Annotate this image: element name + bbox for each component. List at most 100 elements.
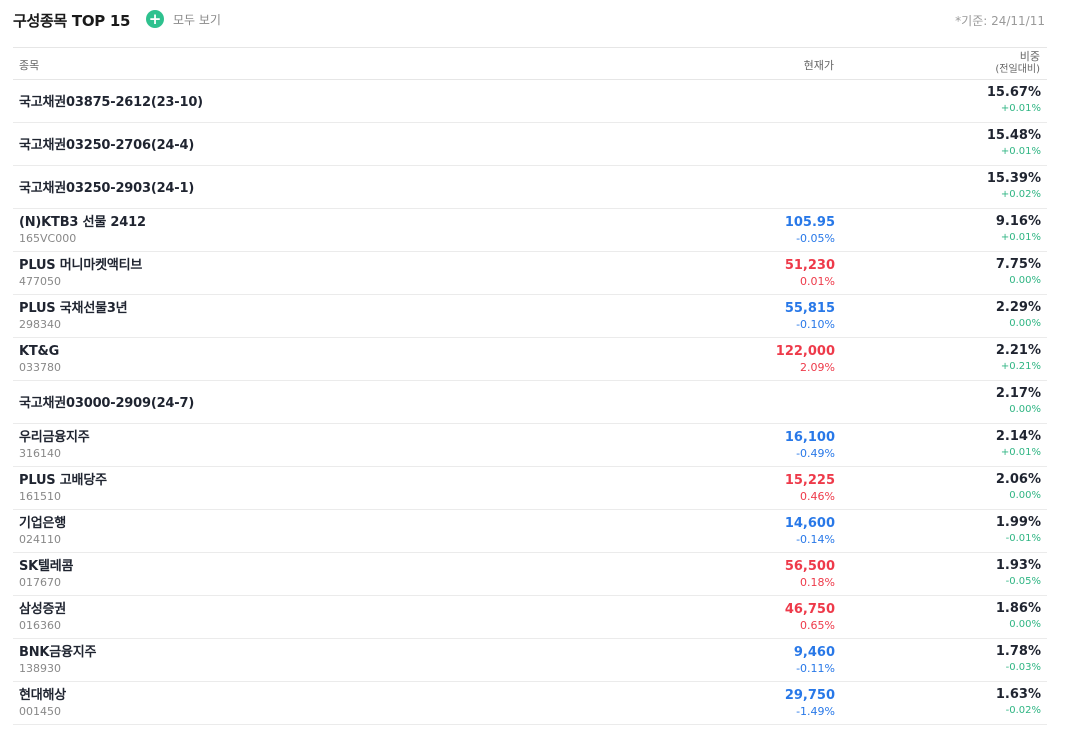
- weight-change: 0.00%: [1009, 490, 1041, 501]
- holding-name[interactable]: 국고채권03875-2612(23-10): [19, 94, 203, 111]
- plus-circle-icon[interactable]: +: [146, 10, 164, 28]
- weight: 1.99%: [995, 515, 1041, 530]
- weight-block: 2.06% 0.00%: [996, 471, 1041, 503]
- weight-block: 1.86% 0.00%: [996, 600, 1041, 632]
- holding-code: 161510: [19, 490, 61, 503]
- holdings-table: 종목 현재가 비중 (전일대비) 국고채권03875-2612(23-10) 15…: [13, 47, 1047, 725]
- weight: 7.75%: [995, 257, 1041, 272]
- price-change: 0.01%: [800, 275, 835, 288]
- holding-code: 477050: [19, 275, 61, 288]
- weight: 2.14%: [995, 429, 1041, 444]
- price-change: -0.49%: [796, 447, 835, 460]
- price-change: -0.14%: [796, 533, 835, 546]
- weight: 2.06%: [995, 472, 1041, 487]
- holding-name[interactable]: PLUS 머니마켓액티브: [19, 257, 142, 274]
- holding-name[interactable]: SK텔레콤: [19, 558, 74, 575]
- view-all-label[interactable]: 모두 보기: [173, 11, 221, 28]
- holding-name-block: 기업은행 024110: [19, 515, 66, 548]
- table-row[interactable]: PLUS 머니마켓액티브 477050 51,230 0.01% 7.75% 0.00%: [13, 252, 1047, 295]
- price-block: 55,815 -0.10%: [785, 300, 835, 333]
- table-row[interactable]: PLUS 국채선물3년 298340 55,815 -0.10% 2.29% 0.00%: [13, 295, 1047, 338]
- table-row[interactable]: 국고채권03250-2903(24-1) 15.39% +0.02%: [13, 166, 1047, 209]
- current-price: 29,750: [784, 688, 835, 703]
- weight: 2.17%: [995, 386, 1041, 401]
- column-header-weight-sub: (전일대비): [995, 64, 1040, 75]
- weight-change: +0.01%: [1000, 447, 1041, 458]
- table-row[interactable]: BNK금융지주 138930 9,460 -0.11% 1.78% -0.03%: [13, 639, 1047, 682]
- price-change: -0.05%: [796, 232, 835, 245]
- price-block: 29,750 -1.49%: [785, 687, 835, 720]
- weight-block: 1.78% -0.03%: [996, 643, 1041, 675]
- weight: 2.21%: [995, 343, 1041, 358]
- weight-change: 0.00%: [1009, 318, 1041, 329]
- weight-block: 15.48% +0.01%: [987, 127, 1041, 159]
- holding-name[interactable]: 기업은행: [19, 515, 66, 532]
- price-block: 46,750 0.65%: [785, 601, 835, 634]
- weight: 15.39%: [986, 171, 1041, 186]
- basis-date: *기준: 24/11/11: [955, 14, 1045, 28]
- current-price: 51,230: [784, 258, 835, 273]
- weight-block: 1.93% -0.05%: [996, 557, 1041, 589]
- weight-block: 2.29% 0.00%: [996, 299, 1041, 331]
- holding-name-block: BNK금융지주 138930: [19, 644, 97, 677]
- holding-code: 165VC000: [19, 232, 77, 245]
- weight-block: 15.67% +0.01%: [987, 84, 1041, 116]
- table-row[interactable]: 국고채권03875-2612(23-10) 15.67% +0.01%: [13, 80, 1047, 123]
- table-row[interactable]: 현대해상 001450 29,750 -1.49% 1.63% -0.02%: [13, 682, 1047, 725]
- holding-name[interactable]: 국고채권03000-2909(24-7): [19, 395, 194, 412]
- current-price: 16,100: [784, 430, 835, 445]
- holding-name[interactable]: BNK금융지주: [19, 644, 97, 661]
- holding-code: 001450: [19, 705, 61, 718]
- holding-name-block: PLUS 국채선물3년 298340: [19, 300, 128, 333]
- table-row[interactable]: 삼성증권 016360 46,750 0.65% 1.86% 0.00%: [13, 596, 1047, 639]
- holding-name[interactable]: 국고채권03250-2706(24-4): [19, 137, 194, 154]
- weight-block: 9.16% +0.01%: [996, 213, 1041, 245]
- holding-name[interactable]: KT&G: [19, 343, 61, 360]
- holding-name-block: 국고채권03000-2909(24-7): [19, 386, 194, 412]
- weight: 15.67%: [986, 85, 1041, 100]
- holding-name[interactable]: 국고채권03250-2903(24-1): [19, 180, 194, 197]
- table-row[interactable]: 국고채권03000-2909(24-7) 2.17% 0.00%: [13, 381, 1047, 424]
- weight: 9.16%: [995, 214, 1041, 229]
- holding-name[interactable]: 우리금융지주: [19, 429, 90, 446]
- table-row[interactable]: 국고채권03250-2706(24-4) 15.48% +0.01%: [13, 123, 1047, 166]
- price-block: 56,500 0.18%: [785, 558, 835, 591]
- view-all-button[interactable]: + 모두 보기: [146, 10, 221, 28]
- holding-name[interactable]: 삼성증권: [19, 601, 66, 618]
- holding-name-block: (N)KTB3 선물 2412 165VC000: [19, 214, 146, 247]
- current-price: 56,500: [784, 559, 835, 574]
- holding-name[interactable]: PLUS 국채선물3년: [19, 300, 128, 317]
- price-change: 0.18%: [800, 576, 835, 589]
- weight: 15.48%: [986, 128, 1041, 143]
- weight-change: +0.01%: [1000, 146, 1041, 157]
- holding-name[interactable]: (N)KTB3 선물 2412: [19, 214, 146, 231]
- current-price: 15,225: [784, 473, 835, 488]
- weight-block: 2.17% 0.00%: [996, 385, 1041, 417]
- weight: 1.93%: [995, 558, 1041, 573]
- table-body: 국고채권03875-2612(23-10) 15.67% +0.01% 국고채권032…: [13, 80, 1047, 725]
- column-header-name: 종목: [19, 59, 40, 72]
- table-row[interactable]: SK텔레콤 017670 56,500 0.18% 1.93% -0.05%: [13, 553, 1047, 596]
- weight-change: -0.01%: [1005, 533, 1041, 544]
- weight-block: 7.75% 0.00%: [996, 256, 1041, 288]
- price-block: 16,100 -0.49%: [785, 429, 835, 462]
- holding-name-block: KT&G 033780: [19, 343, 61, 376]
- holding-code: 024110: [19, 533, 61, 546]
- price-block: 15,225 0.46%: [785, 472, 835, 505]
- holding-name-block: 현대해상 001450: [19, 687, 66, 720]
- holding-code: 033780: [19, 361, 61, 374]
- table-row[interactable]: PLUS 고배당주 161510 15,225 0.46% 2.06% 0.00%: [13, 467, 1047, 510]
- table-row[interactable]: KT&G 033780 122,000 2.09% 2.21% +0.21%: [13, 338, 1047, 381]
- panel-header: 구성종목 TOP 15 + 모두 보기 *기준: 24/11/11: [13, 8, 1045, 32]
- weight: 1.63%: [995, 687, 1041, 702]
- table-row[interactable]: 기업은행 024110 14,600 -0.14% 1.99% -0.01%: [13, 510, 1047, 553]
- holding-name[interactable]: PLUS 고배당주: [19, 472, 107, 489]
- weight-block: 2.21% +0.21%: [996, 342, 1041, 374]
- table-row[interactable]: (N)KTB3 선물 2412 165VC000 105.95 -0.05% 9.16%…: [13, 209, 1047, 252]
- price-block: 14,600 -0.14%: [785, 515, 835, 548]
- weight-change: +0.01%: [1000, 103, 1041, 114]
- panel-title: 구성종목 TOP 15: [13, 12, 131, 30]
- holding-name[interactable]: 현대해상: [19, 687, 66, 704]
- weight-change: 0.00%: [1009, 275, 1041, 286]
- table-row[interactable]: 우리금융지주 316140 16,100 -0.49% 2.14% +0.01%: [13, 424, 1047, 467]
